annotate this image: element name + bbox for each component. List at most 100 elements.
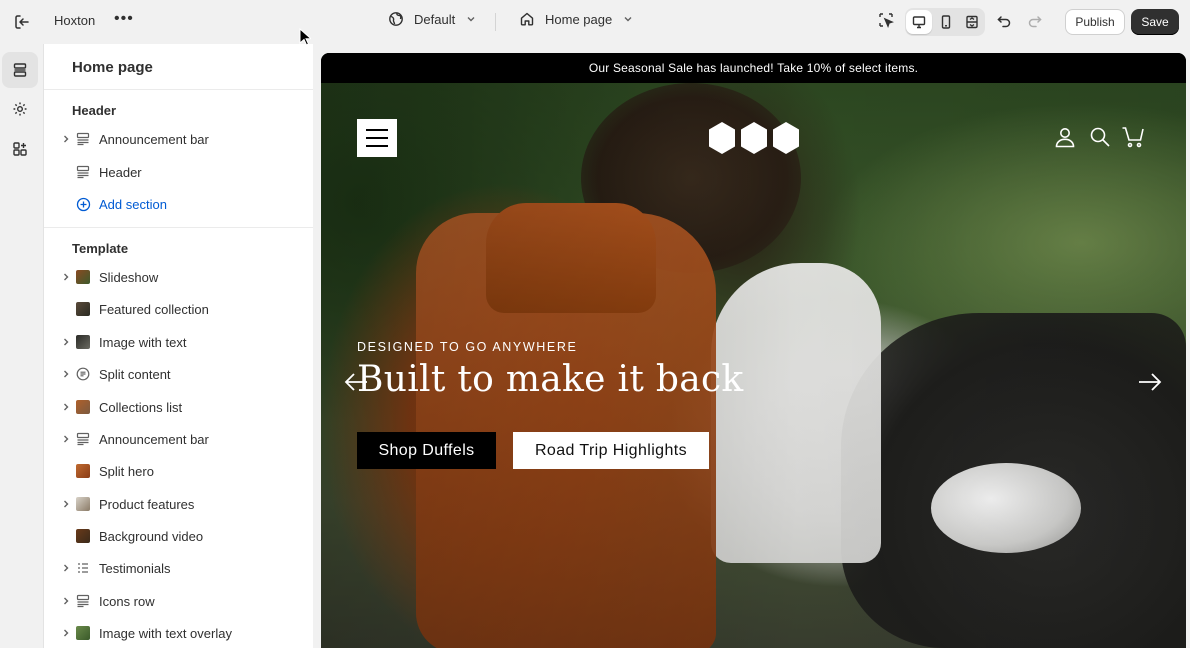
sidebar-item-image-with-text-overlay[interactable]: Image with text overlay bbox=[58, 619, 308, 647]
sidebar-item-split-hero[interactable]: Split hero bbox=[58, 457, 308, 485]
image-thumbnail bbox=[75, 463, 91, 479]
template-group-title: Template bbox=[72, 241, 129, 256]
sidebar-item-label: Announcement bar bbox=[99, 131, 209, 147]
road-trip-highlights-button[interactable]: Road Trip Highlights bbox=[513, 432, 709, 469]
sidebar-title: Home page bbox=[72, 59, 153, 76]
editor-icon-rail bbox=[0, 44, 43, 648]
image-thumbnail bbox=[75, 334, 91, 350]
sections-icon[interactable] bbox=[2, 52, 38, 88]
chevron-down-icon bbox=[624, 17, 632, 22]
theme-label: Default bbox=[414, 11, 456, 27]
editor-topbar: Hoxton ••• Default Home page Publish Sav… bbox=[0, 0, 1190, 44]
sidebar-item-label: Icons row bbox=[99, 593, 155, 609]
chevron-right-icon[interactable] bbox=[58, 560, 74, 576]
mouse-cursor-icon bbox=[299, 28, 311, 46]
hero-headline: Built to make it back bbox=[357, 359, 744, 400]
list-icon bbox=[75, 560, 91, 576]
sidebar-item-label: Announcement bar bbox=[99, 431, 209, 447]
search-icon[interactable] bbox=[1088, 125, 1112, 149]
chevron-right-icon[interactable] bbox=[58, 131, 74, 147]
announcement-bar[interactable]: Our Seasonal Sale has launched! Take 10%… bbox=[321, 53, 1186, 83]
sidebar-item-label: Split content bbox=[99, 366, 171, 382]
theme-settings-gear-icon[interactable] bbox=[2, 91, 38, 127]
desktop-view-icon[interactable] bbox=[906, 10, 932, 34]
sidebar-item-label: Header bbox=[99, 164, 142, 180]
chevron-down-icon bbox=[467, 17, 475, 22]
sidebar-item-label: Featured collection bbox=[99, 301, 209, 317]
sidebar-item-announcement-bar[interactable]: Announcement bar bbox=[58, 125, 308, 153]
save-button[interactable]: Save bbox=[1131, 9, 1179, 35]
hero-eyebrow: DESIGNED TO GO ANYWHERE bbox=[357, 340, 578, 354]
sidebar-item-announcement-bar-2[interactable]: Announcement bar bbox=[58, 425, 308, 453]
shop-duffels-button[interactable]: Shop Duffels bbox=[357, 432, 496, 469]
section-layout-icon bbox=[75, 431, 91, 447]
chevron-right-icon[interactable] bbox=[58, 366, 74, 382]
arrow-right-icon[interactable] bbox=[1137, 370, 1163, 394]
sidebar-item-label: Slideshow bbox=[99, 269, 159, 285]
chevron-right-icon[interactable] bbox=[58, 334, 74, 350]
image-thumbnail bbox=[75, 269, 91, 285]
chevron-right-icon[interactable] bbox=[58, 431, 74, 447]
sidebar-item-label: Image with text bbox=[99, 334, 187, 350]
fullscreen-view-icon[interactable] bbox=[959, 10, 985, 34]
publish-button[interactable]: Publish bbox=[1065, 9, 1125, 35]
sidebar-item-product-features[interactable]: Product features bbox=[58, 490, 308, 518]
sidebar-item-slideshow[interactable]: Slideshow bbox=[58, 263, 308, 291]
plus-circle-icon bbox=[75, 196, 91, 212]
sidebar-item-collections-list[interactable]: Collections list bbox=[58, 393, 308, 421]
undo-icon[interactable] bbox=[995, 12, 1015, 32]
inspector-cursor-icon[interactable] bbox=[877, 11, 897, 31]
mobile-view-icon[interactable] bbox=[933, 10, 959, 34]
image-thumbnail bbox=[75, 528, 91, 544]
sidebar-item-label: Background video bbox=[99, 528, 204, 544]
header-group-title: Header bbox=[72, 103, 117, 118]
sidebar-item-background-video[interactable]: Background video bbox=[58, 522, 308, 550]
add-section-label: Add section bbox=[99, 196, 167, 212]
chevron-right-icon[interactable] bbox=[58, 625, 74, 641]
chevron-right-icon[interactable] bbox=[58, 593, 74, 609]
sidebar-item-image-with-text[interactable]: Image with text bbox=[58, 328, 308, 356]
theme-selector[interactable]: Default bbox=[388, 11, 477, 27]
account-icon[interactable] bbox=[1053, 125, 1077, 149]
sidebar-item-icons-row[interactable]: Icons row bbox=[58, 587, 308, 615]
chevron-right-icon[interactable] bbox=[58, 399, 74, 415]
section-layout-icon bbox=[75, 164, 91, 180]
store-name: Hoxton bbox=[54, 13, 96, 28]
sidebar-divider bbox=[44, 227, 313, 228]
image-thumbnail bbox=[75, 301, 91, 317]
sidebar-divider bbox=[44, 89, 313, 90]
sidebar-item-label: Product features bbox=[99, 496, 195, 512]
device-switcher bbox=[905, 8, 985, 36]
arrow-left-icon[interactable] bbox=[343, 370, 369, 394]
exit-icon[interactable] bbox=[12, 12, 32, 32]
hero-slideshow[interactable]: DESIGNED TO GO ANYWHERE Built to make it… bbox=[321, 83, 1186, 648]
section-layout-icon bbox=[75, 593, 91, 609]
sidebar-item-featured-collection[interactable]: Featured collection bbox=[58, 295, 308, 323]
sidebar-item-label: Split hero bbox=[99, 463, 154, 479]
sidebar-item-split-content[interactable]: Split content bbox=[58, 360, 308, 388]
image-thumbnail bbox=[75, 625, 91, 641]
more-actions-icon[interactable]: ••• bbox=[114, 10, 133, 30]
text-block-icon bbox=[75, 366, 91, 382]
cart-icon[interactable] bbox=[1121, 125, 1145, 149]
add-section-button[interactable]: Add section bbox=[58, 190, 308, 218]
store-logo[interactable] bbox=[707, 121, 801, 155]
page-label: Home page bbox=[545, 11, 613, 27]
chevron-right-icon[interactable] bbox=[58, 496, 74, 512]
page-selector[interactable]: Home page bbox=[519, 11, 634, 27]
hamburger-menu-icon[interactable] bbox=[357, 119, 397, 157]
sections-sidebar: Home page Header Announcement bar Header… bbox=[43, 44, 313, 648]
sidebar-item-testimonials[interactable]: Testimonials bbox=[58, 554, 308, 582]
home-icon bbox=[520, 12, 534, 26]
sidebar-item-label: Testimonials bbox=[99, 560, 171, 576]
sidebar-item-header[interactable]: Header bbox=[58, 158, 308, 186]
chevron-right-icon[interactable] bbox=[58, 269, 74, 285]
redo-icon[interactable] bbox=[1026, 12, 1046, 32]
image-thumbnail bbox=[75, 496, 91, 512]
app-embeds-icon[interactable] bbox=[2, 131, 38, 167]
